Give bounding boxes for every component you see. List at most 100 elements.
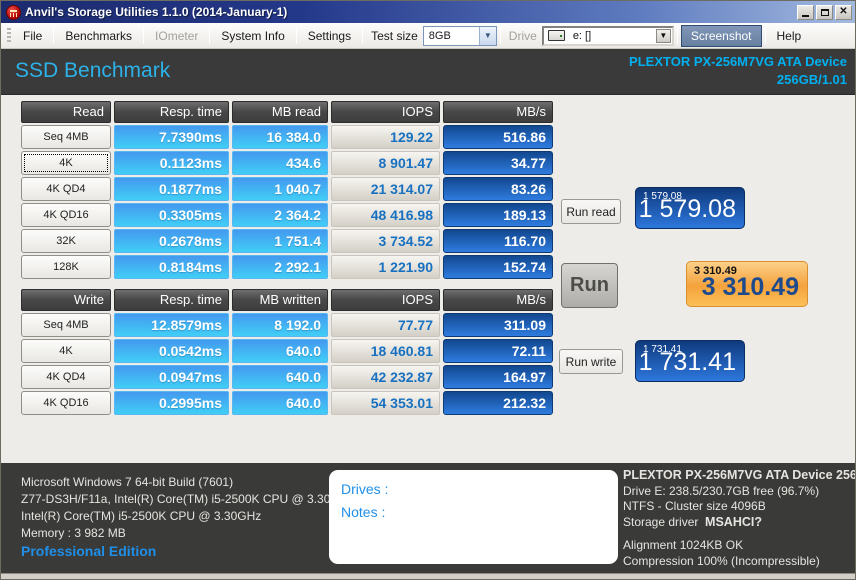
read-row-label-128k[interactable]: 128K <box>21 255 111 279</box>
menu-separator <box>143 27 145 44</box>
read-mb-read: 1 040.7 <box>232 177 328 201</box>
page-title: SSD Benchmark <box>15 59 171 82</box>
write-resp-time: 0.0542ms <box>114 339 229 363</box>
app-window: Anvil's Storage Utilities 1.1.0 (2014-Ja… <box>0 0 856 580</box>
memory-info: Memory : 3 982 MB <box>21 526 126 540</box>
write-iops: 42 232.87 <box>331 365 440 389</box>
write-resp-time: 0.0947ms <box>114 365 229 389</box>
title-bar: Anvil's Storage Utilities 1.1.0 (2014-Ja… <box>1 1 855 23</box>
read-resp-time: 0.1123ms <box>114 151 229 175</box>
run-write-button[interactable]: Run write <box>559 349 623 374</box>
read-row-label-4kqd16[interactable]: 4K QD16 <box>21 203 111 227</box>
read-table: Read Resp. time MB read IOPS MB/s Seq 4M… <box>21 101 553 279</box>
write-mbs: 212.32 <box>443 391 553 415</box>
main-area: Read Resp. time MB read IOPS MB/s Seq 4M… <box>1 95 855 463</box>
write-header-iops: IOPS <box>331 289 440 311</box>
write-row-label-4kqd16[interactable]: 4K QD16 <box>21 391 111 415</box>
test-size-label: Test size <box>371 28 418 43</box>
close-button[interactable]: ✕ <box>835 4 852 20</box>
run-button[interactable]: Run <box>561 263 618 308</box>
write-resp-time: 12.8579ms <box>114 313 229 337</box>
read-mb-read: 1 751.4 <box>232 229 328 253</box>
device-name: PLEXTOR PX-256M7VG ATA Device <box>629 54 847 69</box>
menu-separator <box>499 27 501 44</box>
drive-details: PLEXTOR PX-256M7VG ATA Device 256GB Driv… <box>623 468 855 569</box>
menu-separator <box>676 27 678 44</box>
read-iops: 8 901.47 <box>331 151 440 175</box>
write-mb-written: 640.0 <box>232 365 328 389</box>
read-iops: 48 416.98 <box>331 203 440 227</box>
write-iops: 18 460.81 <box>331 339 440 363</box>
drive-device-title: PLEXTOR PX-256M7VG ATA Device 256GB <box>623 468 855 482</box>
write-row-label-4kqd4[interactable]: 4K QD4 <box>21 365 111 389</box>
cpu-info: Intel(R) Core(TM) i5-2500K CPU @ 3.30GHz <box>21 509 262 523</box>
read-row-label-32k[interactable]: 32K <box>21 229 111 253</box>
test-size-select[interactable]: 8GB ▼ <box>422 25 497 46</box>
total-score: 3 310.49 <box>701 273 799 301</box>
write-score: 1 731.41 <box>638 348 736 376</box>
read-header-mbs: MB/s <box>443 101 553 123</box>
write-mb-written: 640.0 <box>232 339 328 363</box>
device-info: PLEXTOR PX-256M7VG ATA Device 256GB/1.01 <box>629 53 847 89</box>
drive-free-space: Drive E: 238.5/230.7GB free (96.7%) <box>623 483 820 498</box>
minimize-button[interactable] <box>797 4 814 20</box>
notes-label: Notes : <box>341 504 386 520</box>
window-title: Anvil's Storage Utilities 1.1.0 (2014-Ja… <box>25 5 288 19</box>
total-score-box: 3 310.49 3 310.49 <box>686 261 808 307</box>
os-info: Microsoft Windows 7 64-bit Build (7601) <box>21 475 234 489</box>
write-mbs: 164.97 <box>443 365 553 389</box>
drive-value: e: [] <box>572 29 592 42</box>
read-iops: 21 314.07 <box>331 177 440 201</box>
write-table: Write Resp. time MB written IOPS MB/s Se… <box>21 289 553 415</box>
chevron-down-icon[interactable]: ▼ <box>655 28 671 43</box>
chevron-down-icon[interactable]: ▼ <box>478 26 496 45</box>
read-resp-time: 0.1877ms <box>114 177 229 201</box>
filesystem-info: NTFS - Cluster size 4096B <box>623 499 766 513</box>
maximize-icon <box>820 8 829 16</box>
write-iops: 54 353.01 <box>331 391 440 415</box>
system-info: Microsoft Windows 7 64-bit Build (7601) … <box>21 474 354 542</box>
read-row-label-4kqd4[interactable]: 4K QD4 <box>21 177 111 201</box>
drives-notes-box[interactable]: Drives : Notes : <box>329 470 618 564</box>
test-size-value: 8GB <box>428 29 451 42</box>
edition-label: Professional Edition <box>21 543 157 559</box>
write-row-label-4k[interactable]: 4K <box>21 339 111 363</box>
drive-select[interactable]: e: [] ▼ <box>541 25 674 46</box>
write-header-resp-time: Resp. time <box>114 289 229 311</box>
write-mbs: 311.09 <box>443 313 553 337</box>
write-row-label-seq4mb[interactable]: Seq 4MB <box>21 313 111 337</box>
board-info: Z77-DS3H/F11a, Intel(R) Core(TM) i5-2500… <box>21 492 355 506</box>
write-score-box: 1 731.41 1 731.41 <box>635 340 745 382</box>
run-read-button[interactable]: Run read <box>561 199 621 224</box>
read-resp-time: 0.3305ms <box>114 203 229 227</box>
screenshot-button[interactable]: Screenshot <box>680 24 762 47</box>
alignment-info: Alignment 1024KB OK <box>623 538 744 552</box>
menu-separator <box>53 27 55 44</box>
read-mbs: 83.26 <box>443 177 553 201</box>
maximize-button[interactable] <box>816 4 833 20</box>
write-resp-time: 0.2995ms <box>114 391 229 415</box>
read-header-iops: IOPS <box>331 101 440 123</box>
menu-separator <box>362 27 364 44</box>
menu-bar: File Benchmarks IOmeter System Info Sett… <box>1 23 855 49</box>
write-iops: 77.77 <box>331 313 440 337</box>
menu-settings[interactable]: Settings <box>300 26 359 46</box>
menu-system-info[interactable]: System Info <box>213 26 292 46</box>
read-mbs: 189.13 <box>443 203 553 227</box>
menu-help[interactable]: Help <box>769 26 810 46</box>
drive-icon <box>547 30 565 41</box>
app-icon <box>6 4 21 20</box>
write-header-mbs: MB/s <box>443 289 553 311</box>
read-row-label-4k[interactable]: 4K <box>21 151 111 175</box>
menu-benchmarks[interactable]: Benchmarks <box>57 26 140 46</box>
minimize-icon <box>802 14 809 17</box>
menu-file[interactable]: File <box>15 26 50 46</box>
device-capacity: 256GB/1.01 <box>776 72 847 87</box>
read-mb-read: 434.6 <box>232 151 328 175</box>
header-banner: SSD Benchmark PLEXTOR PX-256M7VG ATA Dev… <box>1 49 855 95</box>
toolbar-gripper <box>7 27 11 44</box>
read-row-label-seq4mb[interactable]: Seq 4MB <box>21 125 111 149</box>
close-icon: ✕ <box>839 6 848 17</box>
read-mbs: 116.70 <box>443 229 553 253</box>
